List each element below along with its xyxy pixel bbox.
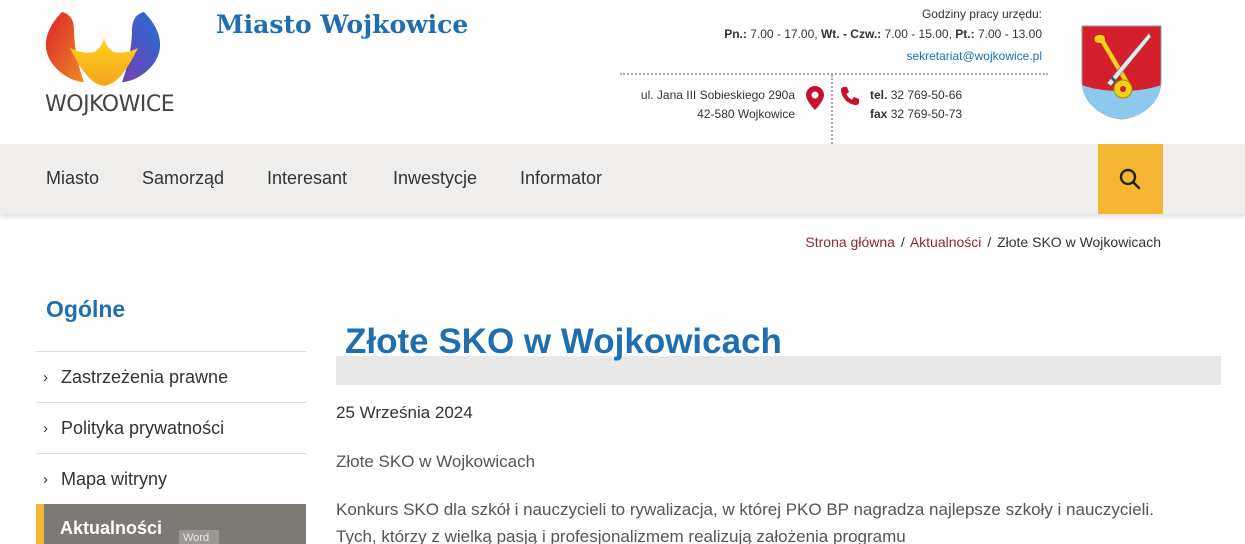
- sidebar-item-label: Mapa witryny: [61, 469, 168, 489]
- divider: [831, 75, 833, 144]
- sidebar-title: Ogólne: [46, 296, 126, 322]
- hours-time: 7.00 - 13.00: [977, 27, 1042, 41]
- article-body: Konkurs SKO dla szkół i nauczycieli to r…: [336, 500, 1154, 544]
- fax-number: fax 32 769-50-73: [870, 107, 962, 121]
- hours-time: 7.00 - 15.00,: [884, 27, 952, 41]
- breadcrumb: Strona główna / Aktualności / Złote SKO …: [805, 234, 1161, 250]
- nav-item-samorzad[interactable]: Samorząd: [142, 168, 224, 189]
- hours-day: Pt.:: [955, 27, 975, 41]
- phone-icon[interactable]: [840, 86, 860, 106]
- coat-of-arms-icon[interactable]: [1081, 25, 1162, 120]
- email-link[interactable]: sekretariat@wojkowice.pl: [906, 49, 1042, 63]
- address-line: 42-580 Wojkowice: [697, 107, 795, 121]
- sidebar-item-sitemap[interactable]: › Mapa witryny: [36, 453, 306, 504]
- article-date: 25 Września 2024: [336, 403, 473, 422]
- map-pin-icon[interactable]: [806, 86, 824, 110]
- sidebar-item-label: Zastrzeżenia prawne: [61, 367, 229, 387]
- search-button[interactable]: [1098, 144, 1163, 214]
- nav-item-miasto[interactable]: Miasto: [46, 168, 99, 189]
- breadcrumb-current: Złote SKO w Wojkowicach: [997, 234, 1161, 250]
- breadcrumb-home[interactable]: Strona główna: [805, 234, 895, 250]
- address-line: ul. Jana III Sobieskiego 290a: [640, 88, 795, 102]
- fax-label: fax: [870, 107, 888, 121]
- page-title: Złote SKO w Wojkowicach: [345, 322, 782, 361]
- hours-day: Pn.:: [724, 27, 747, 41]
- sidebar-item-label: Polityka prywatności: [61, 418, 225, 438]
- sidebar-item-news-active[interactable]: Aktualności: [36, 504, 306, 544]
- hours-time: 7.00 - 17.00,: [750, 27, 818, 41]
- tel-label: tel.: [870, 88, 888, 102]
- sidebar-item-legal[interactable]: › Zastrzeżenia prawne: [36, 351, 306, 402]
- divider: [620, 73, 1048, 75]
- sidebar-item-privacy[interactable]: › Polityka prywatności: [36, 402, 306, 453]
- hours-day: Wt. - Czw.:: [820, 27, 882, 41]
- phone-number[interactable]: tel. 32 769-50-66: [870, 88, 962, 102]
- chevron-right-icon: ›: [43, 369, 48, 386]
- site-title[interactable]: Miasto Wojkowice: [216, 10, 468, 39]
- chevron-right-icon: ›: [43, 471, 48, 488]
- article-subtitle: Złote SKO w Wojkowicach: [336, 452, 536, 471]
- word-tag: Word: [179, 530, 219, 544]
- nav-item-interesant[interactable]: Interesant: [267, 168, 347, 189]
- logo-text: WOJKOWICE: [45, 92, 175, 117]
- breadcrumb-news[interactable]: Aktualności: [910, 234, 982, 250]
- tel-value: 32 769-50-66: [890, 88, 963, 102]
- search-icon: [1119, 168, 1141, 190]
- nav-item-inwestycje[interactable]: Inwestycje: [393, 168, 477, 189]
- office-hours-title: Godziny pracy urzędu:: [921, 7, 1042, 21]
- office-hours: Pn.: 7.00 - 17.00, Wt. - Czw.: 7.00 - 15…: [724, 27, 1042, 41]
- fax-value: 32 769-50-73: [890, 107, 963, 121]
- nav-item-informator[interactable]: Informator: [520, 168, 602, 189]
- chevron-right-icon: ›: [43, 420, 48, 437]
- main-navigation: Miasto Samorząd Interesant Inwestycje In…: [0, 144, 1245, 214]
- site-header: WOJKOWICE Miasto Wojkowice Godziny pracy…: [0, 0, 1245, 144]
- breadcrumb-separator: /: [987, 234, 992, 250]
- breadcrumb-separator: /: [900, 234, 905, 250]
- sidebar-item-label: Aktualności: [60, 518, 163, 538]
